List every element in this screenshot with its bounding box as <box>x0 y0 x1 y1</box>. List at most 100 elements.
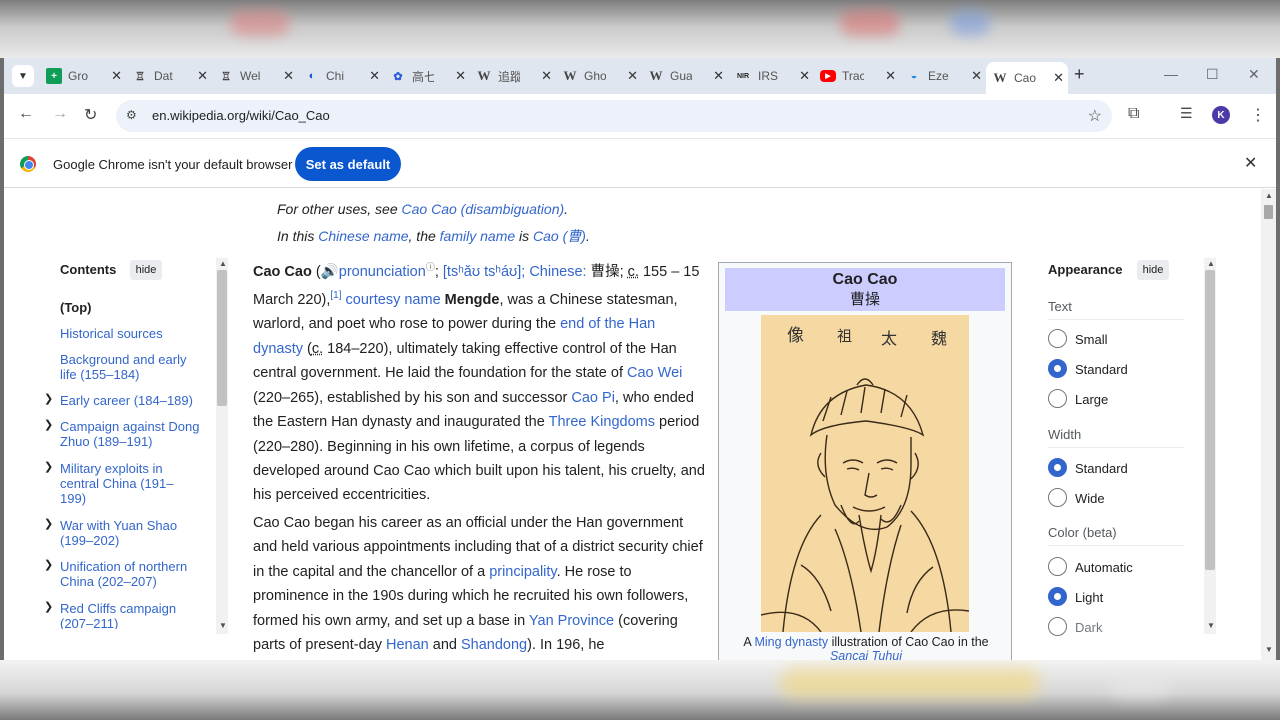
scroll-down-arrow-icon[interactable]: ▼ <box>1207 621 1215 630</box>
page-scrollbar-thumb[interactable] <box>1264 205 1273 219</box>
close-tab-icon[interactable]: ✕ <box>111 68 122 84</box>
chevron-right-icon[interactable]: ❯ <box>44 558 53 571</box>
link-principality[interactable]: principality <box>489 564 556 580</box>
link-cao-wei[interactable]: Cao Wei <box>627 365 682 381</box>
info-icon[interactable]: ⓘ <box>426 262 435 272</box>
chevron-right-icon[interactable]: ❯ <box>44 418 53 431</box>
close-window-button[interactable]: ✕ <box>1248 66 1260 83</box>
scroll-up-arrow-icon[interactable]: ▲ <box>1265 191 1273 200</box>
toc-item[interactable]: Military exploits in central China (191–… <box>60 461 182 506</box>
toc-item[interactable]: Early career (184–189) <box>60 393 206 408</box>
radio-text-large[interactable] <box>1048 389 1067 408</box>
link-yan-province[interactable]: Yan Province <box>529 613 614 629</box>
toc-item[interactable]: Background and early life (155–184) <box>60 352 206 382</box>
close-tab-icon[interactable]: ✕ <box>1053 70 1064 86</box>
close-tab-icon[interactable]: ✕ <box>627 68 638 84</box>
scroll-down-arrow-icon[interactable]: ▼ <box>219 621 227 630</box>
tab-search-button[interactable]: ▼ <box>12 65 34 87</box>
link-ipa[interactable]: [tsʰǎʊ tsʰáʊ]; Chinese: <box>443 264 587 280</box>
forward-arrow-icon[interactable]: → <box>52 105 68 123</box>
close-tab-icon[interactable]: ✕ <box>283 68 294 84</box>
tab-title: Eze <box>928 69 949 83</box>
tab[interactable]: W Gho ✕ <box>562 62 642 90</box>
chevron-right-icon[interactable]: ❯ <box>44 517 53 530</box>
profile-avatar[interactable]: K <box>1212 106 1230 124</box>
tab-active[interactable]: W Cao ✕ <box>986 62 1068 94</box>
radio-width-wide[interactable] <box>1048 488 1067 507</box>
speaker-icon[interactable]: 🔊 <box>321 264 339 280</box>
tab[interactable]: ◐ Chi ✕ <box>304 62 384 90</box>
reload-icon[interactable]: ↻ <box>84 105 97 125</box>
tab[interactable]: ♖ Wel ✕ <box>218 62 298 90</box>
radio-width-standard[interactable] <box>1048 458 1067 477</box>
reference-link[interactable]: [1] <box>330 290 341 301</box>
close-icon[interactable]: ✕ <box>1244 153 1257 173</box>
tab[interactable]: W 追蹤 ✕ <box>476 62 556 90</box>
link-family-name[interactable]: family name <box>440 228 515 244</box>
radio-text-small[interactable] <box>1048 329 1067 348</box>
appearance-scrollbar[interactable]: ▲ ▼ <box>1204 258 1216 634</box>
link-chinese-name[interactable]: Chinese name <box>318 228 408 244</box>
menu-kebab-icon[interactable]: ⋮ <box>1250 105 1266 125</box>
chevron-right-icon[interactable]: ❯ <box>44 460 53 473</box>
radio-color-light[interactable] <box>1048 587 1067 606</box>
close-tab-icon[interactable]: ✕ <box>369 68 380 84</box>
address-bar[interactable]: ⚙ en.wikipedia.org/wiki/Cao_Cao ☆ <box>116 100 1112 132</box>
chevron-right-icon[interactable]: ❯ <box>44 392 53 405</box>
tab[interactable]: + Gro ✕ <box>46 62 126 90</box>
link-cao-surname[interactable]: Cao (曹) <box>533 228 586 244</box>
link-cao-pi[interactable]: Cao Pi <box>571 390 615 406</box>
tab[interactable]: NIR IRS ✕ <box>734 62 814 90</box>
close-tab-icon[interactable]: ✕ <box>197 68 208 84</box>
toc-scrollbar-thumb[interactable] <box>217 270 227 406</box>
site-info-icon[interactable]: ⚙ <box>126 108 137 122</box>
maximize-button[interactable]: ☐ <box>1206 66 1219 83</box>
toc-item[interactable]: Historical sources <box>60 326 206 341</box>
radio-text-standard[interactable] <box>1048 359 1067 378</box>
media-controls-icon[interactable]: ☰ <box>1180 105 1193 122</box>
toc-item[interactable]: War with Yuan Shao (199–202) <box>60 518 206 548</box>
radio-color-dark[interactable] <box>1048 617 1067 636</box>
link-henan[interactable]: Henan <box>386 637 429 653</box>
link-sancai-tuhui[interactable]: Sancai Tuhui <box>830 649 902 660</box>
link-ming-dynasty[interactable]: Ming dynasty <box>754 635 828 649</box>
link-disambiguation[interactable]: Cao Cao (disambiguation) <box>402 201 565 217</box>
back-arrow-icon[interactable]: ← <box>18 105 34 123</box>
minimize-button[interactable]: — <box>1164 66 1178 82</box>
close-tab-icon[interactable]: ✕ <box>541 68 552 84</box>
portrait-image[interactable]: 像 祖 太 魏 <box>761 315 969 632</box>
scroll-up-arrow-icon[interactable]: ▲ <box>1207 259 1215 268</box>
scroll-up-arrow-icon[interactable]: ▲ <box>219 259 227 268</box>
tab[interactable]: ◒ Eze ✕ <box>906 62 986 90</box>
tab[interactable]: ✿ 高七 ✕ <box>390 62 470 90</box>
extensions-icon[interactable]: ⧉ <box>1128 105 1139 123</box>
scroll-down-arrow-icon[interactable]: ▼ <box>1265 645 1273 654</box>
close-tab-icon[interactable]: ✕ <box>885 68 896 84</box>
set-as-default-button[interactable]: Set as default <box>295 147 401 181</box>
link-pronunciation[interactable]: pronunciation <box>339 264 426 280</box>
new-tab-button[interactable]: + <box>1074 64 1085 85</box>
chevron-right-icon[interactable]: ❯ <box>44 600 53 613</box>
bookmark-star-icon[interactable]: ☆ <box>1088 106 1102 126</box>
close-tab-icon[interactable]: ✕ <box>971 68 982 84</box>
tab[interactable]: ♖ Dat ✕ <box>132 62 212 90</box>
link-shandong[interactable]: Shandong <box>461 637 527 653</box>
toc-item[interactable]: Red Cliffs campaign (207–211) <box>60 601 186 629</box>
toc-hide-button[interactable]: hide <box>130 260 162 280</box>
link-three-kingdoms[interactable]: Three Kingdoms <box>549 414 655 430</box>
tab-title: 追蹤 <box>498 69 520 84</box>
tab[interactable]: W Gua ✕ <box>648 62 728 90</box>
toc-item-top[interactable]: (Top) <box>60 300 206 315</box>
close-tab-icon[interactable]: ✕ <box>799 68 810 84</box>
appearance-hide-button[interactable]: hide <box>1137 260 1169 280</box>
toc-scrollbar[interactable]: ▲ ▼ <box>216 258 228 634</box>
radio-color-automatic[interactable] <box>1048 557 1067 576</box>
page-scrollbar[interactable]: ▲ ▼ <box>1261 189 1276 660</box>
close-tab-icon[interactable]: ✕ <box>455 68 466 84</box>
appearance-scrollbar-thumb[interactable] <box>1205 270 1215 570</box>
link-courtesy-name[interactable]: courtesy name <box>346 292 441 308</box>
close-tab-icon[interactable]: ✕ <box>713 68 724 84</box>
toc-item[interactable]: Campaign against Dong Zhuo (189–191) <box>60 419 206 449</box>
tab[interactable]: ▶ Trac ✕ <box>820 62 900 90</box>
toc-item[interactable]: Unification of northern China (202–207) <box>60 559 206 589</box>
